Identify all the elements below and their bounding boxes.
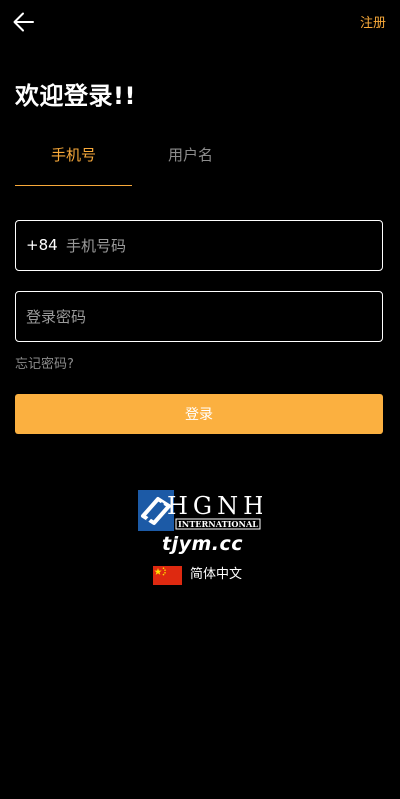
arrow-left-icon bbox=[13, 12, 34, 32]
china-flag-icon bbox=[153, 566, 182, 585]
back-button[interactable] bbox=[12, 10, 36, 34]
country-code-selector[interactable]: +84 bbox=[26, 221, 58, 270]
login-button[interactable]: 登录 bbox=[15, 394, 383, 434]
language-label: 简体中文 bbox=[190, 567, 243, 582]
login-method-tabs: 手机号 用户名 bbox=[15, 140, 385, 188]
password-input[interactable] bbox=[26, 292, 366, 341]
phone-input[interactable] bbox=[66, 221, 366, 270]
password-field bbox=[15, 291, 383, 342]
tab-phone[interactable]: 手机号 bbox=[15, 140, 132, 186]
logo-wordmark: HGNH bbox=[167, 492, 262, 520]
tab-username[interactable]: 用户名 bbox=[132, 140, 249, 186]
logo-subtext: INTERNATIONAL bbox=[178, 519, 258, 529]
forgot-password-link[interactable]: 忘记密码? bbox=[15, 353, 74, 372]
page-title: 欢迎登录!! bbox=[15, 82, 136, 110]
brand-url: tjym.cc bbox=[162, 533, 244, 555]
brand-logo: HGNH INTERNATIONAL bbox=[138, 490, 262, 531]
phone-field: +84 bbox=[15, 220, 383, 271]
active-tab-indicator bbox=[15, 185, 132, 186]
register-link[interactable]: 注册 bbox=[360, 12, 386, 31]
